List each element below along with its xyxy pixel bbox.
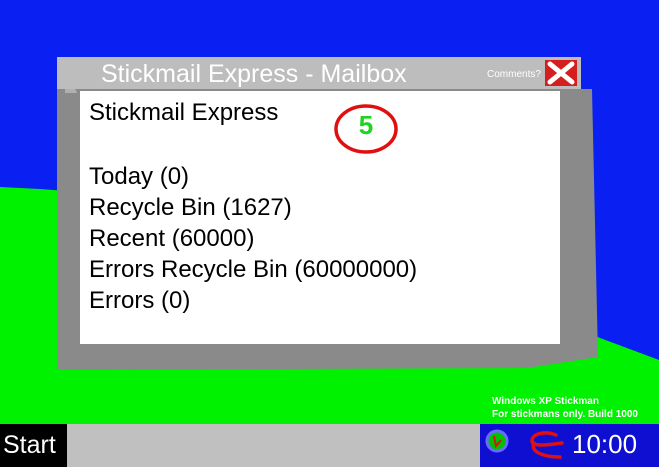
stickman-logo-icon xyxy=(530,431,564,459)
window-title: Stickmail Express - Mailbox xyxy=(101,60,407,88)
unread-badge[interactable]: 5 xyxy=(333,103,399,155)
folder-errors-recycle-bin[interactable]: Errors Recycle Bin (60000000) xyxy=(89,254,417,285)
folder-errors[interactable]: Errors (0) xyxy=(89,285,417,316)
watermark-line-2: For stickmans only. Build 1000 xyxy=(492,409,638,420)
close-button[interactable] xyxy=(545,60,577,86)
comments-link[interactable]: Comments? xyxy=(487,69,541,80)
title-bar[interactable]: Stickmail Express - Mailbox Comments? xyxy=(57,57,581,89)
folder-today[interactable]: Today (0) xyxy=(89,161,417,192)
folder-recent[interactable]: Recent (60000) xyxy=(89,223,417,254)
folder-list: Today (0) Recycle Bin (1627) Recent (600… xyxy=(89,161,417,316)
app-name: Stickmail Express xyxy=(89,99,279,126)
unread-count: 5 xyxy=(358,110,374,140)
close-icon xyxy=(547,61,575,85)
mailbox-content: Stickmail Express 5 Today (0) Recycle Bi… xyxy=(80,91,560,344)
tray-app-icon[interactable] xyxy=(484,428,510,454)
folder-recycle-bin[interactable]: Recycle Bin (1627) xyxy=(89,192,417,223)
clock[interactable]: 10:00 xyxy=(572,429,637,460)
os-watermark: Windows XP Stickman For stickmans only. … xyxy=(492,395,638,421)
taskbar: Start 10:00 xyxy=(0,424,659,467)
watermark-line-1: Windows XP Stickman xyxy=(492,396,599,407)
start-button[interactable]: Start xyxy=(0,424,67,467)
system-tray: 10:00 xyxy=(480,424,659,467)
mailbox-window: Stickmail Express - Mailbox Comments? St… xyxy=(57,57,599,370)
